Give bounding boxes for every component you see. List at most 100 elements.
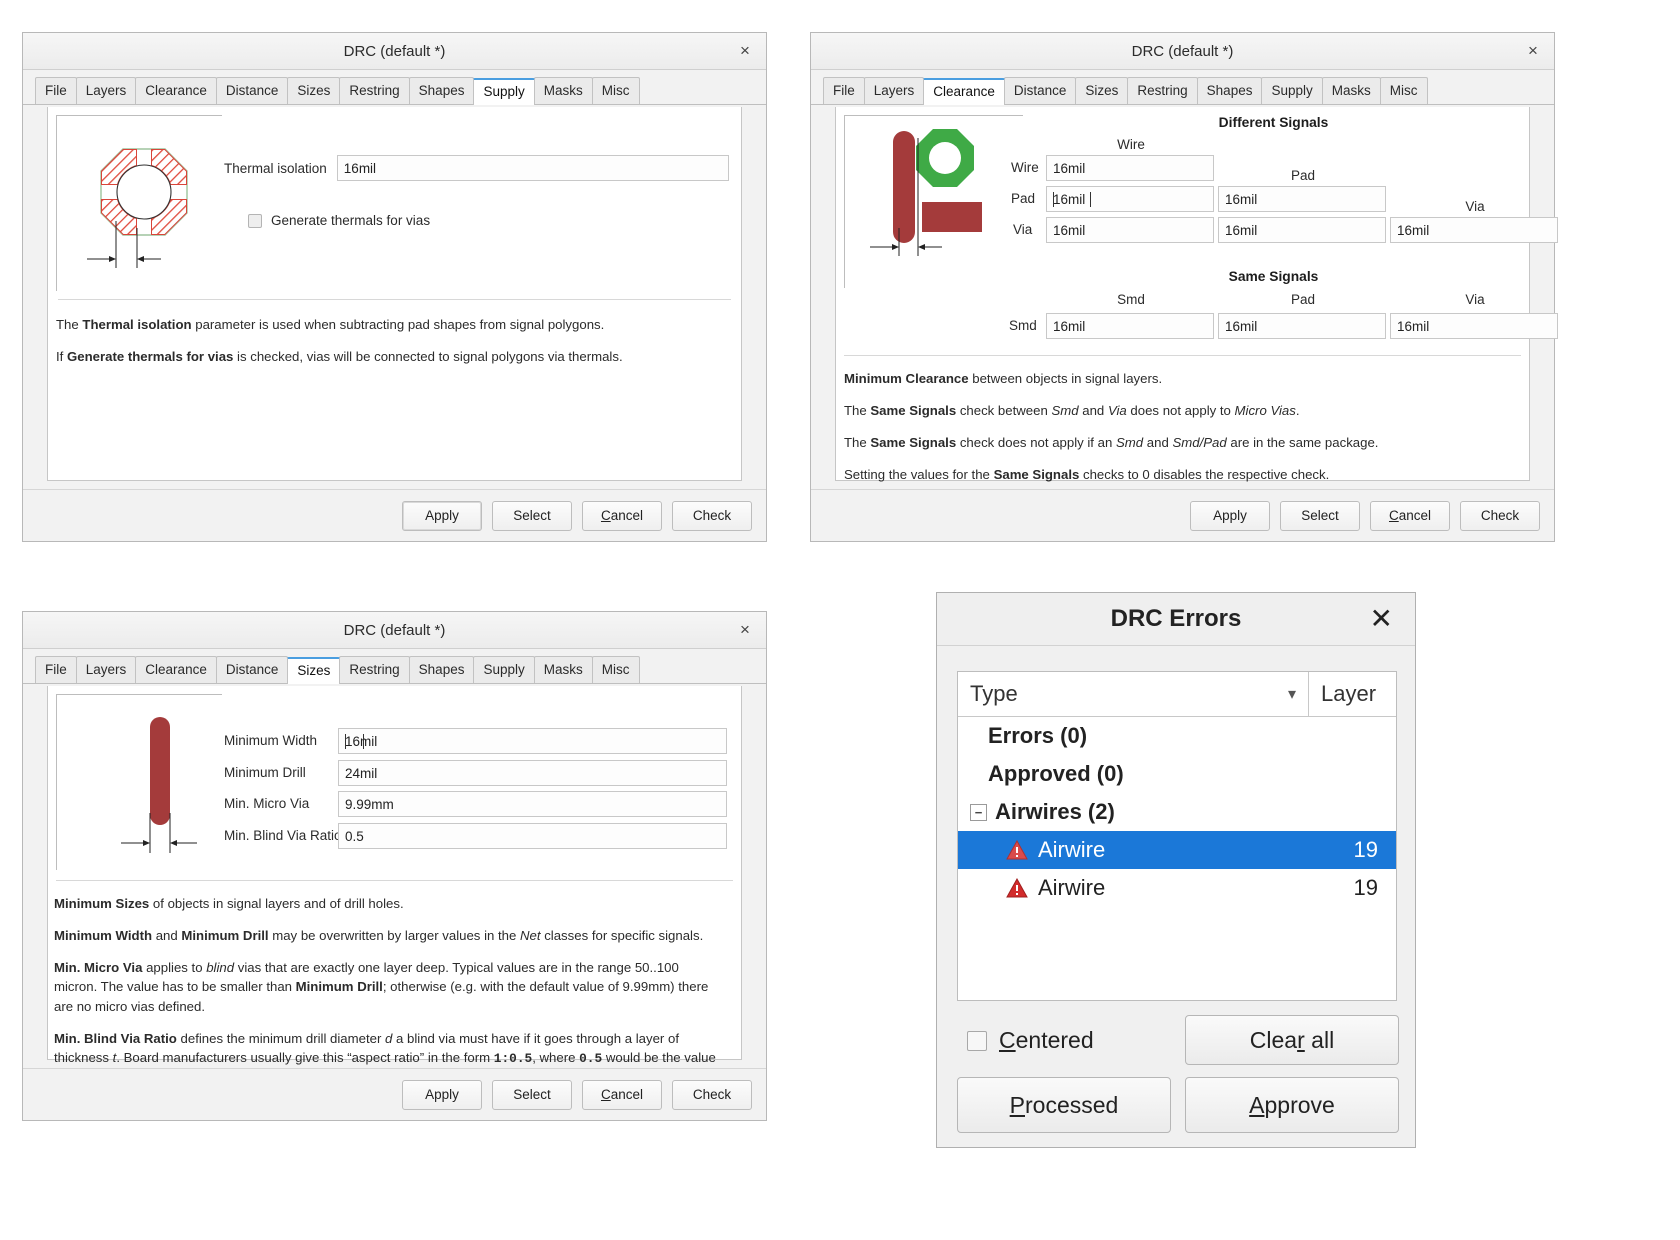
apply-button[interactable]: Apply (402, 1079, 482, 1110)
tab-sizes[interactable]: Sizes (287, 657, 341, 684)
tab-supply[interactable]: Supply (473, 656, 535, 683)
column-header-layer-label: Layer (1321, 681, 1377, 706)
column-header-type[interactable]: Type ▾ (958, 672, 1308, 716)
tree-row[interactable]: Airwire 19 (958, 869, 1396, 907)
centered-label: Centered (999, 1027, 1094, 1053)
tab-file[interactable]: File (35, 77, 77, 104)
tab-distance[interactable]: Distance (215, 77, 289, 104)
clearance-pad-wire-input[interactable]: 16mil (1046, 186, 1214, 212)
apply-button[interactable]: Apply (402, 500, 482, 531)
check-button[interactable]: Check (672, 500, 752, 531)
thermal-isolation-input[interactable]: 16mil (336, 155, 729, 181)
same-smd-pad-input[interactable]: 16mil (1218, 313, 1386, 339)
collapse-icon[interactable]: − (970, 803, 987, 821)
tab-layers[interactable]: Layers (75, 656, 137, 683)
minimum-width-input[interactable]: 16mil (338, 728, 727, 754)
clearance-via-wire-input[interactable]: 16mil (1046, 217, 1214, 243)
tree-row[interactable]: − Airwires (2) (958, 793, 1396, 831)
tab-distance[interactable]: Distance (1003, 77, 1077, 104)
description-paragraph: Minimum Sizes of objects in signal layer… (54, 896, 404, 911)
sizes-buttonbar: Apply Select Cancel Check (23, 1068, 766, 1120)
tree-row[interactable]: Approved (0) (958, 755, 1396, 793)
clearance-via-via-input[interactable]: 16mil (1390, 217, 1558, 243)
tab-misc[interactable]: Misc (1379, 77, 1428, 104)
min-blind-via-ratio-input[interactable]: 0.5 (338, 823, 727, 849)
tab-supply[interactable]: Supply (1261, 77, 1323, 104)
tab-shapes[interactable]: Shapes (408, 77, 475, 104)
clear-all-button[interactable]: Clear all (1185, 1015, 1399, 1065)
tree-row[interactable]: Airwire 19 (958, 831, 1396, 869)
tab-file[interactable]: File (35, 656, 77, 683)
column-header-layer[interactable]: Layer (1308, 672, 1396, 716)
description-paragraph: Min. Micro Via applies to blind vias tha… (54, 960, 709, 1014)
supply-panel: Thermal isolation 16mil Generate thermal… (47, 107, 742, 481)
same-smd-smd-input[interactable]: 16mil (1046, 313, 1214, 339)
same-smd-via-input[interactable]: 16mil (1390, 313, 1558, 339)
tab-distance[interactable]: Distance (215, 656, 289, 683)
tab-clearance[interactable]: Clearance (135, 656, 217, 683)
apply-button[interactable]: Apply (1190, 500, 1270, 531)
tab-shapes[interactable]: Shapes (1196, 77, 1263, 104)
description-paragraph: If Generate thermals for vias is checked… (56, 349, 623, 365)
tab-sizes[interactable]: Sizes (287, 77, 341, 104)
tab-restring[interactable]: Restring (339, 656, 410, 683)
minimum-drill-input[interactable]: 24mil (338, 760, 727, 786)
chevron-down-icon[interactable]: ▾ (1288, 684, 1296, 704)
close-icon[interactable]: × (734, 40, 756, 62)
drc-errors-title: DRC Errors (1110, 605, 1242, 632)
tree-row[interactable]: Errors (0) (958, 717, 1396, 755)
processed-button[interactable]: Processed (957, 1077, 1171, 1133)
select-button[interactable]: Select (1280, 500, 1360, 531)
tab-restring[interactable]: Restring (339, 77, 410, 104)
supply-fields: Thermal isolation 16mil Generate thermal… (224, 155, 729, 228)
tab-clearance[interactable]: Clearance (135, 77, 217, 104)
tab-misc[interactable]: Misc (591, 656, 640, 683)
tab-restring[interactable]: Restring (1127, 77, 1198, 104)
same-col-header-via: Via (1465, 292, 1485, 307)
close-icon[interactable]: ✕ (1370, 605, 1393, 633)
titlebar: DRC (default *) × (811, 33, 1554, 70)
close-icon[interactable]: × (734, 619, 756, 641)
tab-shapes[interactable]: Shapes (408, 656, 475, 683)
centered-row[interactable]: Centered (967, 1027, 1094, 1054)
cancel-button[interactable]: Cancel (582, 1079, 662, 1110)
select-button[interactable]: Select (492, 500, 572, 531)
min-micro-via-input[interactable]: 9.99mm (338, 791, 727, 817)
same-col-header-smd: Smd (1117, 292, 1145, 307)
tab-layers[interactable]: Layers (75, 77, 137, 104)
tab-layers[interactable]: Layers (863, 77, 925, 104)
clearance-buttonbar: Apply Select Cancel Check (811, 489, 1554, 541)
approve-label: Approve (1249, 1091, 1335, 1118)
description-paragraph: The Same Signals check between Smd and V… (844, 403, 1300, 419)
tab-masks[interactable]: Masks (533, 656, 593, 683)
close-icon[interactable]: × (1522, 40, 1544, 62)
select-button[interactable]: Select (492, 1079, 572, 1110)
cancel-button[interactable]: Cancel (1370, 500, 1450, 531)
tab-misc[interactable]: Misc (591, 77, 640, 104)
cancel-button[interactable]: Cancel (582, 500, 662, 531)
tree-row-label: Errors (0) (988, 723, 1088, 748)
tab-masks[interactable]: Masks (533, 77, 593, 104)
tab-masks[interactable]: Masks (1321, 77, 1381, 104)
titlebar: DRC (default *) × (23, 612, 766, 649)
tab-clearance[interactable]: Clearance (923, 78, 1005, 105)
different-row-label-pad: Pad (1011, 191, 1036, 206)
drc-supply-window: DRC (default *) × File Layers Clearance … (22, 32, 767, 542)
same-signals-header: Same Signals (1228, 269, 1319, 284)
tab-sizes[interactable]: Sizes (1075, 77, 1129, 104)
clearance-pad-pad-input[interactable]: 16mil (1218, 186, 1386, 212)
drc-errors-tree[interactable]: Type ▾ Layer Errors (0) Approved (0) − Airw… (957, 671, 1397, 1001)
different-row-label-via: Via (1013, 222, 1033, 237)
generate-thermals-checkbox[interactable] (248, 213, 262, 228)
clearance-wire-wire-input[interactable]: 16mil (1046, 155, 1214, 181)
centered-checkbox[interactable] (967, 1030, 987, 1051)
tab-supply[interactable]: Supply (473, 78, 535, 105)
clearance-via-pad-input[interactable]: 16mil (1218, 217, 1386, 243)
generate-thermals-row[interactable]: Generate thermals for vias (248, 213, 729, 228)
tab-file[interactable]: File (823, 77, 865, 104)
minimum-drill-label: Minimum Drill (224, 765, 306, 780)
check-button[interactable]: Check (672, 1079, 752, 1110)
drc-clearance-window: DRC (default *) × File Layers Clearance … (810, 32, 1558, 542)
approve-button[interactable]: Approve (1185, 1077, 1399, 1133)
check-button[interactable]: Check (1460, 500, 1540, 531)
